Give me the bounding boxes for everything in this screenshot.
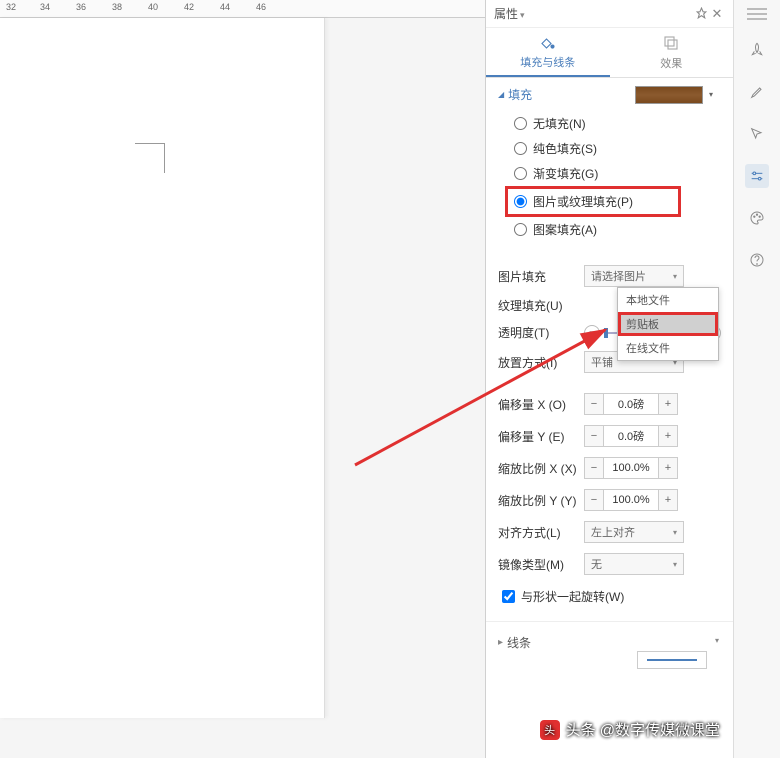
tab-effect[interactable]: 效果 — [610, 28, 734, 77]
brush-icon[interactable] — [745, 80, 769, 104]
picture-fill-dropdown[interactable]: 请选择图片 — [584, 265, 684, 287]
fill-section: 填充 ▾ 无填充(N) 纯色填充(S) 渐变填充(G) 图片或纹理填充(P) 图… — [486, 78, 733, 621]
scale-x-increase[interactable]: + — [658, 457, 678, 479]
offset-y-decrease[interactable]: − — [584, 425, 604, 447]
offset-x-input[interactable] — [604, 393, 658, 415]
panel-tabs: 填充与线条 效果 — [486, 28, 733, 78]
radio-pattern-fill[interactable]: 图案填充(A) — [514, 217, 721, 242]
radio-no-fill[interactable]: 无填充(N) — [514, 111, 721, 136]
line-section: 线条 ▾ — [486, 621, 733, 663]
watermark-logo-icon: 头 — [540, 720, 560, 740]
scale-x-input[interactable] — [604, 457, 658, 479]
fill-tab-icon — [539, 33, 557, 51]
radio-gradient-fill[interactable]: 渐变填充(G) — [514, 161, 721, 186]
align-row: 对齐方式(L) 左上对齐 — [498, 516, 721, 548]
line-section-header[interactable]: 线条 — [498, 634, 721, 651]
offset-x-increase[interactable]: + — [658, 393, 678, 415]
watermark: 头 头条 @数字传媒微课堂 — [540, 719, 720, 740]
mirror-row: 镜像类型(M) 无 — [498, 548, 721, 580]
document-canvas[interactable] — [0, 18, 325, 718]
palette-icon[interactable] — [745, 206, 769, 230]
fill-type-radios: 无填充(N) 纯色填充(S) 渐变填充(G) 图片或纹理填充(P) 图案填充(A… — [498, 103, 721, 250]
scale-x-row: 缩放比例 X (X) − + — [498, 452, 721, 484]
tab-fill-line[interactable]: 填充与线条 — [486, 28, 610, 77]
menu-item-online-file[interactable]: 在线文件 — [618, 336, 718, 360]
cursor-icon[interactable] — [745, 122, 769, 146]
scale-y-increase[interactable]: + — [658, 489, 678, 511]
offset-x-row: 偏移量 X (O) − + — [498, 388, 721, 420]
rotate-with-shape-checkbox[interactable]: 与形状一起旋转(W) — [498, 580, 721, 613]
scale-x-decrease[interactable]: − — [584, 457, 604, 479]
horizontal-ruler: 32 34 36 38 40 42 44 46 — [0, 0, 485, 18]
effect-tab-icon — [662, 34, 680, 52]
fill-swatch[interactable] — [635, 86, 703, 104]
opacity-decrease[interactable]: − — [584, 325, 600, 341]
menu-item-clipboard[interactable]: 剪贴板 — [618, 312, 718, 336]
offset-x-decrease[interactable]: − — [584, 393, 604, 415]
offset-y-input[interactable] — [604, 425, 658, 447]
settings-sliders-icon[interactable] — [745, 164, 769, 188]
pin-icon[interactable] — [693, 6, 709, 22]
panel-header: 属性 ✕ — [486, 0, 733, 28]
chevron-down-icon[interactable]: ▾ — [709, 90, 713, 99]
picture-fill-menu: 本地文件 剪贴板 在线文件 — [617, 287, 719, 361]
right-toolbar — [733, 0, 780, 758]
radio-picture-fill[interactable]: 图片或纹理填充(P) — [505, 186, 681, 217]
rocket-icon[interactable] — [745, 38, 769, 62]
offset-y-increase[interactable]: + — [658, 425, 678, 447]
mirror-dropdown[interactable]: 无 — [584, 553, 684, 575]
help-icon[interactable] — [745, 248, 769, 272]
menu-icon[interactable] — [747, 8, 767, 20]
scale-y-row: 缩放比例 Y (Y) − + — [498, 484, 721, 516]
line-style-preview[interactable] — [637, 651, 707, 669]
chevron-down-icon[interactable]: ▾ — [715, 636, 719, 645]
picture-fill-row: 图片填充 请选择图片 本地文件 剪贴板 在线文件 — [498, 260, 721, 292]
align-dropdown[interactable]: 左上对齐 — [584, 521, 684, 543]
fill-section-header[interactable]: 填充 ▾ — [498, 86, 721, 103]
properties-panel: 属性 ✕ 填充与线条 效果 填充 ▾ 无填充(N) 纯色填充(S) — [485, 0, 733, 758]
offset-y-row: 偏移量 Y (E) − + — [498, 420, 721, 452]
page-margin-corner — [135, 143, 165, 173]
scale-y-input[interactable] — [604, 489, 658, 511]
panel-title[interactable]: 属性 — [494, 5, 693, 22]
scale-y-decrease[interactable]: − — [584, 489, 604, 511]
radio-solid-fill[interactable]: 纯色填充(S) — [514, 136, 721, 161]
close-icon[interactable]: ✕ — [709, 6, 725, 22]
menu-item-local-file[interactable]: 本地文件 — [618, 288, 718, 312]
